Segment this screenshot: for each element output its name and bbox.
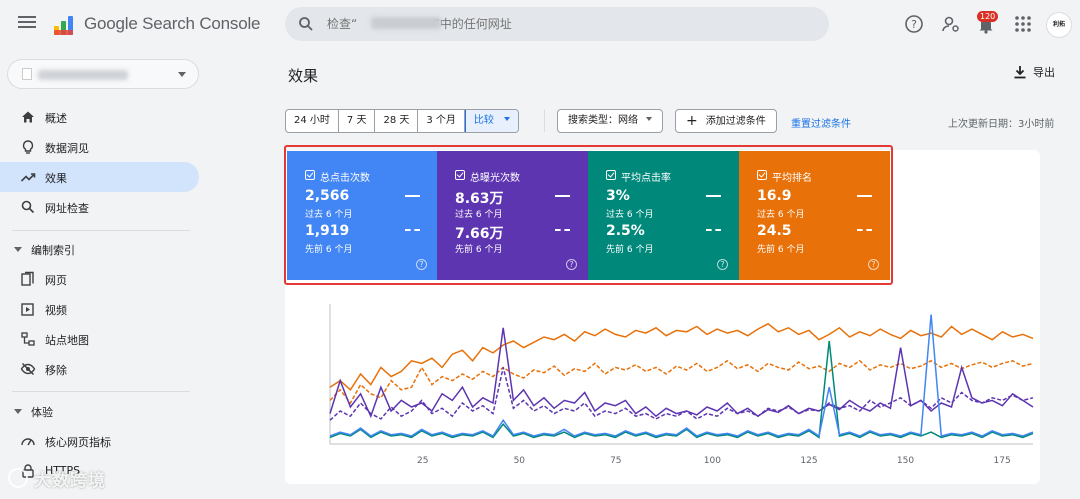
chevron-down-icon xyxy=(503,117,510,121)
date-range-selector: 24 小时 7 天 28 天 3 个月 比较 xyxy=(285,109,519,133)
help-icon[interactable]: ? xyxy=(904,14,924,34)
sidebar-item-performance[interactable]: 效果 xyxy=(0,162,199,192)
sidebar-item-sitemaps[interactable]: 站点地图 xyxy=(0,324,199,354)
svg-text:?: ? xyxy=(911,18,917,31)
chart-series-line-1 xyxy=(329,359,1034,405)
export-label: 导出 xyxy=(1033,66,1055,79)
x-tick-label: 75 xyxy=(610,456,621,466)
add-filter-button[interactable]: + 添加过滤条件 xyxy=(675,109,777,133)
property-selector[interactable] xyxy=(7,59,199,89)
watermark-text: 大数跨境 xyxy=(34,471,106,491)
sidebar-item-core-web-vitals[interactable]: 核心网页指标 xyxy=(0,426,199,456)
x-tick-label: 50 xyxy=(514,456,526,466)
sidebar-item-label: 效果 xyxy=(45,172,67,185)
sidebar-section-experience[interactable]: 体验 xyxy=(14,404,53,420)
redacted-property-name xyxy=(38,70,128,80)
eye-off-icon xyxy=(20,362,36,376)
sidebar-item-label: 站点地图 xyxy=(45,334,89,347)
apps-grid-icon[interactable] xyxy=(1013,14,1033,34)
search-icon xyxy=(21,200,35,214)
chart-series-line-5 xyxy=(329,314,1034,438)
sidebar-divider xyxy=(12,230,190,231)
chart-series-line-2 xyxy=(329,327,1034,419)
section-label: 体验 xyxy=(31,406,53,419)
metric-cards-highlight-box xyxy=(284,145,893,285)
x-tick-label: 175 xyxy=(994,456,1011,466)
search-icon xyxy=(299,17,313,31)
sitemap-icon xyxy=(21,332,35,346)
section-label: 编制索引 xyxy=(31,244,75,257)
collapse-arrow-icon xyxy=(14,409,22,414)
add-filter-label: 添加过滤条件 xyxy=(705,116,766,127)
compare-label: 比较 xyxy=(473,115,494,126)
account-avatar[interactable]: 利拓 xyxy=(1046,12,1072,38)
sidebar-item-label: 移除 xyxy=(45,364,67,377)
site-favicon xyxy=(22,68,32,80)
video-icon xyxy=(21,303,34,316)
chevron-down-icon xyxy=(646,117,652,121)
hamburger-menu-icon[interactable] xyxy=(18,14,36,32)
date-range-7d[interactable]: 7 天 xyxy=(339,110,376,132)
plus-icon: + xyxy=(686,113,698,129)
home-icon xyxy=(22,111,34,123)
url-inspection-search[interactable] xyxy=(285,7,829,41)
filter-divider xyxy=(544,110,545,132)
trending-up-icon xyxy=(20,173,36,182)
x-tick-label: 125 xyxy=(800,456,817,466)
speed-icon xyxy=(21,438,35,446)
sidebar-item-url-inspection[interactable]: 网址检查 xyxy=(0,192,199,222)
reset-filters-link[interactable]: 重置过滤条件 xyxy=(791,115,851,130)
sidebar-item-label: 数据洞见 xyxy=(45,142,89,155)
app-title[interactable]: Google Search Console xyxy=(84,14,261,34)
last-update-text: 上次更新日期：3小时前 xyxy=(948,119,1055,130)
sidebar-item-label: 视频 xyxy=(45,304,67,317)
sidebar-item-label: 核心网页指标 xyxy=(45,436,111,449)
sidebar-item-label: 网页 xyxy=(45,274,67,287)
sidebar-section-indexing[interactable]: 编制索引 xyxy=(14,242,75,258)
chevron-down-icon xyxy=(178,72,186,77)
notification-count-badge: 120 xyxy=(977,11,999,22)
manage-users-icon[interactable] xyxy=(941,14,961,34)
search-type-label: 搜索类型：网络 xyxy=(568,115,638,126)
watermark-logo xyxy=(8,468,28,488)
export-button[interactable]: 导出 xyxy=(1013,64,1055,80)
top-app-bar: Google Search Console ? 120 利拓 xyxy=(0,0,1080,50)
download-icon xyxy=(1014,66,1026,79)
sidebar-item-removals[interactable]: 移除 xyxy=(0,354,199,384)
sidebar-item-pages[interactable]: 网页 xyxy=(0,264,199,294)
date-range-3m[interactable]: 3 个月 xyxy=(418,110,465,132)
sidebar-item-overview[interactable]: 概述 xyxy=(0,102,199,132)
search-console-logo-icon[interactable] xyxy=(52,12,78,38)
pages-icon xyxy=(21,271,34,286)
sidebar-item-videos[interactable]: 视频 xyxy=(0,294,199,324)
redacted-domain xyxy=(371,17,441,29)
sidebar-item-label: 网址检查 xyxy=(45,202,89,215)
performance-line-chart[interactable]: 25 50 75 100 125 150 175 xyxy=(285,290,1040,480)
x-tick-label: 150 xyxy=(897,456,914,466)
sidebar: 概述 数据洞见 效果 网址检查 编制索引 网页 视频 站点地图 移除 体验 核心… xyxy=(0,50,210,499)
x-tick-label: 25 xyxy=(417,456,428,466)
sidebar-item-insights[interactable]: 数据洞见 xyxy=(0,132,199,162)
x-tick-label: 100 xyxy=(704,456,721,466)
lightbulb-icon xyxy=(22,140,34,154)
search-type-filter[interactable]: 搜索类型：网络 xyxy=(557,109,663,133)
collapse-arrow-icon xyxy=(14,247,22,252)
sidebar-item-label: 概述 xyxy=(45,112,67,125)
date-range-compare[interactable]: 比较 xyxy=(464,110,518,132)
sidebar-divider xyxy=(12,391,190,392)
date-range-28d[interactable]: 28 天 xyxy=(375,110,419,132)
page-title: 效果 xyxy=(288,67,319,85)
date-range-24h[interactable]: 24 小时 xyxy=(286,110,339,132)
